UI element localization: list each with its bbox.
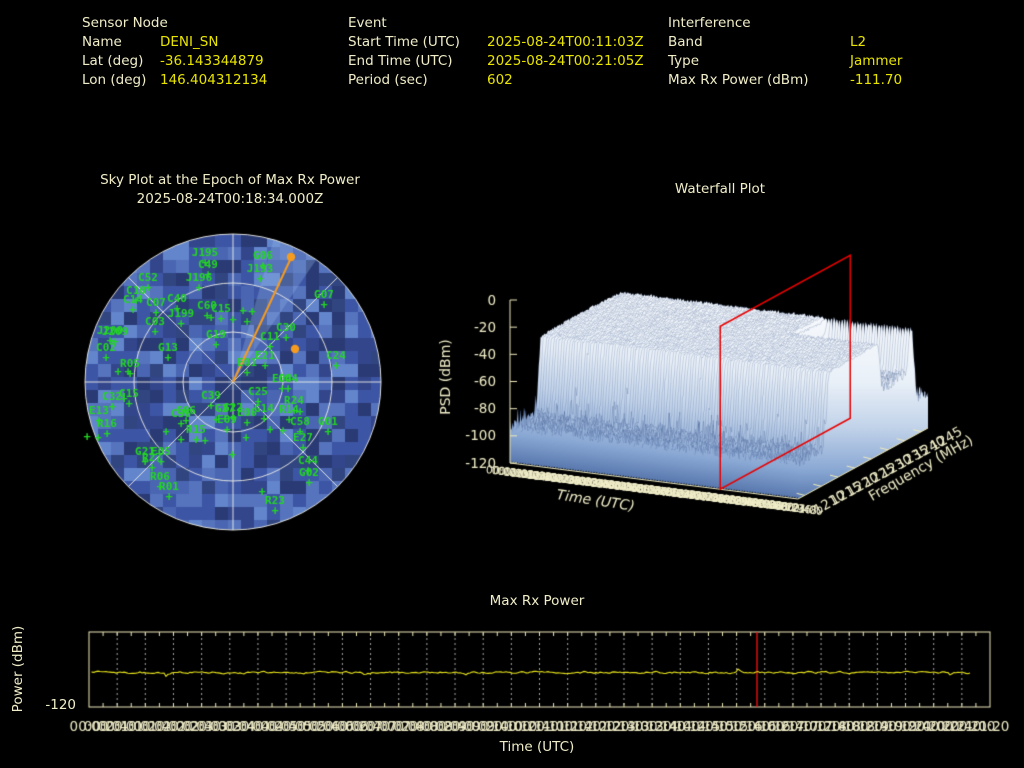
dashboard-root: { "colors": { "bg": "#000000", "label": … bbox=[0, 0, 1024, 768]
header-event-start-label: Start Time (UTC) bbox=[348, 34, 460, 50]
header-event-period-value: 602 bbox=[487, 72, 513, 88]
header-interference-title: Interference bbox=[668, 15, 751, 31]
header-interference-power-label: Max Rx Power (dBm) bbox=[668, 72, 809, 88]
skyplot-title: Sky Plot at the Epoch of Max Rx Power bbox=[100, 172, 360, 188]
header-sensor-lon-value: 146.404312134 bbox=[160, 72, 268, 88]
header-event-period-label: Period (sec) bbox=[348, 72, 428, 88]
header-interference-band-value: L2 bbox=[850, 34, 867, 50]
header-interference-type-value: Jammer bbox=[850, 53, 903, 69]
header-sensor-name-value: DENI_SN bbox=[160, 34, 219, 50]
header-sensor-title: Sensor Node bbox=[82, 15, 168, 31]
header-interference-type-label: Type bbox=[668, 53, 700, 69]
waterfall-title: Waterfall Plot bbox=[674, 181, 766, 197]
header-sensor-name-label: Name bbox=[82, 34, 122, 50]
header-event-end-label: End Time (UTC) bbox=[348, 53, 453, 69]
header-event-end-value: 2025-08-24T00:21:05Z bbox=[487, 53, 644, 69]
maxrx-canvas bbox=[0, 585, 1024, 735]
skyplot-subtitle: 2025-08-24T00:18:34.000Z bbox=[136, 191, 324, 207]
maxrx-xlabel: Time (UTC) bbox=[499, 739, 575, 755]
waterfall-canvas bbox=[425, 225, 1024, 560]
header-event-start-value: 2025-08-24T00:11:03Z bbox=[487, 34, 644, 50]
header-event-title: Event bbox=[348, 15, 387, 31]
header-sensor-lon-label: Lon (deg) bbox=[82, 72, 147, 88]
header-sensor-lat-value: -36.143344879 bbox=[160, 53, 264, 69]
skyplot-canvas bbox=[55, 222, 415, 538]
header-interference-power-value: -111.70 bbox=[850, 72, 903, 88]
header-sensor-lat-label: Lat (deg) bbox=[82, 53, 144, 69]
header-interference-band-label: Band bbox=[668, 34, 703, 50]
